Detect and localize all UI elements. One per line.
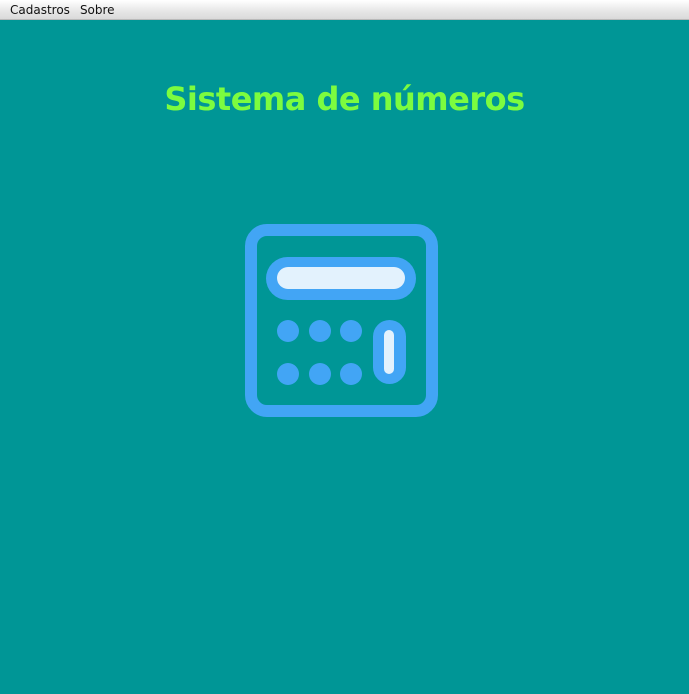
- menu-sobre[interactable]: Sobre: [75, 1, 120, 19]
- calculator-icon: [244, 224, 438, 418]
- menu-bar: Cadastros Sobre: [0, 0, 689, 20]
- main-window: Cadastros Sobre Sistema de números: [0, 0, 689, 694]
- menu-cadastros[interactable]: Cadastros: [0, 1, 75, 19]
- page-title: Sistema de números: [164, 80, 525, 118]
